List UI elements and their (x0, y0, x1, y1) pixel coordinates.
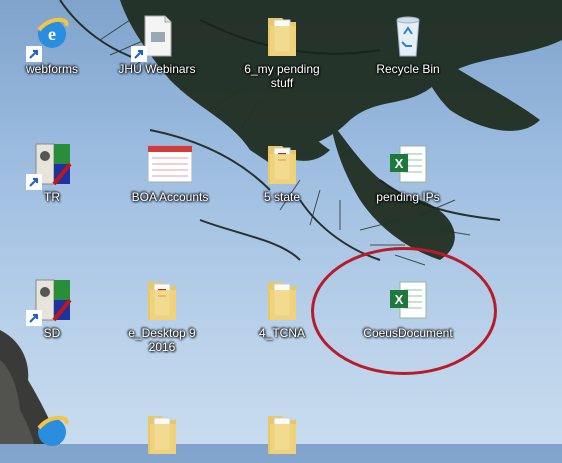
folder-icon (140, 276, 184, 324)
icon-label: TR (44, 190, 60, 204)
icon-label: SD (43, 326, 61, 340)
desktop-icon-e-desktop-9-2016[interactable]: e_Desktop 9 2016 (120, 276, 204, 354)
folder-icon (260, 12, 304, 60)
desktop-icon-pending-ips[interactable]: X pending IPs (366, 140, 450, 204)
app-shortcut-icon (26, 276, 74, 326)
app-shortcut-icon (26, 140, 74, 190)
desktop-icon-sd[interactable]: SD (10, 276, 94, 340)
desktop-icon-boa-accounts[interactable]: BOA Accounts (128, 140, 212, 204)
svg-text:X: X (395, 156, 404, 171)
folder-icon (260, 410, 304, 458)
ie-shortcut-icon (30, 410, 74, 458)
ie-shortcut-icon: e (26, 12, 74, 62)
icon-label: Recycle Bin (376, 62, 440, 76)
desktop-icon-recycle-bin[interactable]: Recycle Bin (366, 12, 450, 76)
desktop-icon-jhu-webinars[interactable]: JHU Webinars (115, 12, 199, 76)
icon-label: 5 state (263, 190, 301, 204)
icon-label: 4_TCNA (258, 326, 305, 340)
folder-icon (260, 276, 304, 324)
desktop-icon-6-my-pending-stuff[interactable]: 6_my pending stuff (240, 12, 324, 90)
recycle-bin-icon (386, 12, 430, 60)
icon-label: BOA Accounts (131, 190, 209, 204)
icon-label: e_Desktop 9 2016 (128, 326, 196, 354)
excel-icon: X (386, 140, 430, 188)
icon-label: 6_my pending stuff (244, 62, 320, 90)
desktop-icon-partial-ie[interactable] (10, 410, 94, 460)
spreadsheet-doc-icon (147, 140, 193, 188)
svg-text:e: e (48, 24, 56, 44)
folder-icon (260, 140, 304, 188)
desktop-icon-tr[interactable]: TR (10, 140, 94, 204)
desktop-icon-partial-folder-1[interactable] (120, 410, 204, 460)
icon-label: webforms (25, 62, 78, 76)
icon-label: pending IPs (376, 190, 440, 204)
desktop-icon-partial-folder-2[interactable] (240, 410, 324, 460)
highlight-ellipse (311, 247, 497, 375)
desktop[interactable]: e webforms JHU Webinars 6_my pending stu… (0, 0, 562, 454)
document-shortcut-icon (131, 12, 179, 62)
icon-label: JHU Webinars (118, 62, 196, 76)
folder-icon (140, 410, 184, 458)
desktop-icon-5-state[interactable]: 5 state (240, 140, 324, 204)
desktop-icon-webforms[interactable]: e webforms (10, 12, 94, 76)
